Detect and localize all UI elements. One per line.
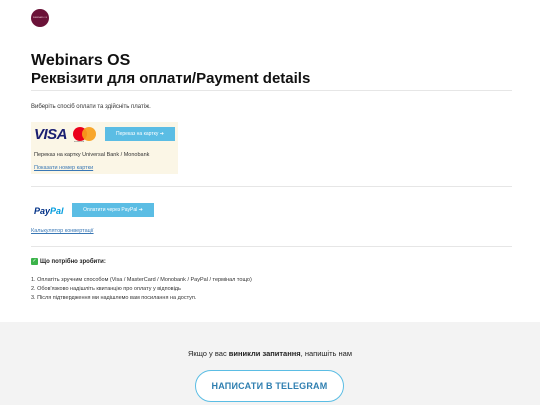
card-transfer-button[interactable]: Переказ на картку ➔ (105, 127, 175, 141)
mastercard-orange-circle (82, 127, 96, 141)
show-card-number-link[interactable]: Показати номер картки (34, 165, 93, 171)
mastercard-logo: mastercard (73, 127, 97, 143)
divider (31, 186, 512, 187)
paypal-pay-button[interactable]: Оплатити через PayPal ➔ (72, 203, 154, 217)
visa-logo: VISA (34, 126, 68, 143)
payment-lead-text: Виберіть спосіб оплати та здійсніть плат… (31, 104, 151, 110)
paypal-logo-part1: Pay (34, 206, 51, 216)
footer-text-start: Якщо у вас (188, 349, 229, 358)
page-title: Webinars OS (31, 52, 131, 69)
mastercard-caption: mastercard (74, 141, 85, 143)
logo-text: WEBINARS OS (32, 17, 48, 19)
footer-text-bold: виникли запитання (228, 349, 301, 358)
divider (31, 90, 512, 91)
divider (31, 246, 512, 247)
todo-step: 1. Оплатіть зручним способом (Visa / Mas… (31, 277, 252, 283)
todo-heading: ✓ Що потрібно зробити: (31, 258, 106, 265)
page-subtitle: Реквізити для оплати/Payment details (31, 70, 311, 87)
telegram-contact-button[interactable]: НАПИСАТИ В TELEGRAM (195, 370, 344, 402)
footer-text-end: , напишіть нам (300, 349, 352, 358)
todo-step: 2. Обов'язково надішліть квитанцію про о… (31, 286, 181, 292)
card-transfer-note: Переказ на картку Universal Bank / Monob… (34, 152, 150, 158)
paypal-logo-part2: Pal (50, 206, 64, 216)
todo-heading-text: Що потрібно зробити: (40, 259, 106, 266)
conversion-calculator-link[interactable]: Калькулятор конвертації (31, 228, 94, 234)
footer-question-text: Якщо у вас виникли запитання, напишіть н… (0, 349, 540, 358)
paypal-logo: PayPal (34, 206, 64, 216)
todo-step: 3. Після підтвердження ми надішлемо вам … (31, 295, 197, 301)
check-icon: ✓ (31, 258, 38, 265)
brand-logo: WEBINARS OS (31, 9, 49, 27)
